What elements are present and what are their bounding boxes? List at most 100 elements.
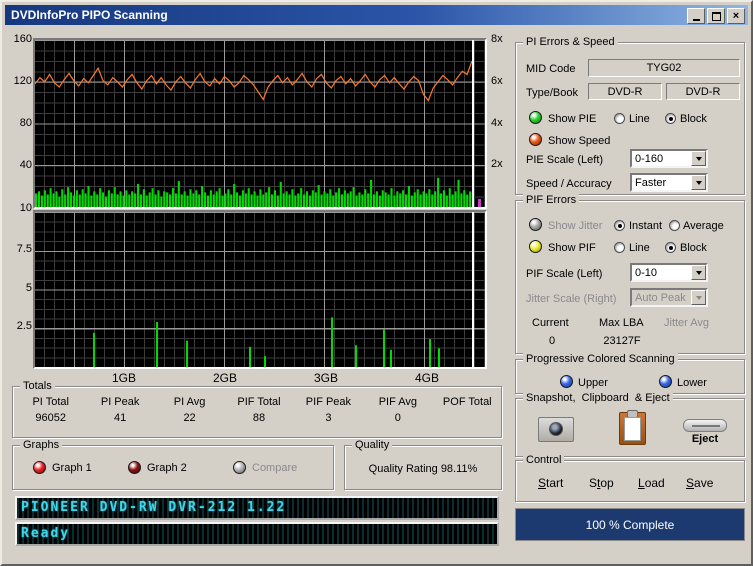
lower-led-button[interactable]: [659, 375, 672, 388]
pif-group-title: PIF Errors: [523, 194, 580, 206]
jitter-instant-radio[interactable]: [614, 220, 625, 231]
pi-group-title: PI Errors & Speed: [523, 36, 618, 48]
y-tick-speed: 6x: [491, 75, 503, 87]
lower-label: Lower: [677, 377, 707, 389]
graph1-led-button[interactable]: [33, 461, 46, 474]
show-jitter-label: Show Jitter: [548, 220, 603, 232]
y-tick: 7.5: [16, 243, 32, 255]
y-tick: 2.5: [16, 320, 32, 332]
pif-block-label: Block: [680, 242, 707, 254]
totals-header: PIF Avg: [378, 396, 418, 408]
x-tick: 3GB: [313, 371, 338, 385]
pie-scale-dropdown[interactable]: 0-160: [630, 149, 708, 168]
stop-button[interactable]: Stop: [589, 476, 614, 490]
totals-header: PI Peak: [100, 396, 140, 408]
quality-rating: Quality Rating 98.11%: [368, 463, 478, 475]
close-icon: ×: [732, 10, 740, 22]
totals-value: 22: [183, 412, 196, 424]
mid-code-label: MID Code: [526, 63, 576, 75]
titlebar: DVDInfoPro PIPO Scanning ×: [5, 5, 748, 25]
pie-line-radio[interactable]: [614, 113, 625, 124]
pif-block-radio[interactable]: [665, 242, 676, 253]
camera-lens-icon: [549, 422, 563, 436]
pif-scale-label: PIF Scale (Left): [526, 268, 603, 280]
clipboard-icon[interactable]: [619, 410, 646, 445]
show-pie-led-button[interactable]: [529, 111, 542, 124]
upper-led-button[interactable]: [560, 375, 573, 388]
progressive-scanning-group: Progressive Colored Scanning: [515, 353, 745, 394]
type-book-label: Type/Book: [526, 87, 578, 99]
speed-accuracy-dropdown[interactable]: Faster: [630, 173, 708, 192]
show-pie-label: Show PIE: [548, 113, 597, 125]
mid-code-field: TYG02: [588, 59, 740, 77]
totals-header: PIF Total: [237, 396, 281, 408]
y-tick-speed: 4x: [491, 117, 503, 129]
show-pif-label: Show PIF: [548, 242, 596, 254]
graph1-label: Graph 1: [52, 462, 92, 474]
y-tick-speed: 8x: [491, 33, 503, 45]
progressive-title: Progressive Colored Scanning: [523, 353, 678, 365]
pif-line-label: Line: [629, 242, 650, 254]
speed-accuracy-label: Speed / Accuracy: [526, 178, 612, 190]
totals-value: [433, 412, 502, 424]
compare-label: Compare: [252, 462, 298, 474]
y-tick: 10: [19, 202, 32, 214]
drive-info-lcd: PIONEER DVD-RW DVR-212 1.22: [15, 496, 499, 520]
graphs-title: Graphs: [20, 439, 63, 451]
progress-bar: 100 % Complete: [515, 508, 745, 541]
progress-text: 100 % Complete: [585, 517, 675, 532]
pie-scale-label: PIE Scale (Left): [526, 154, 604, 166]
totals-value: 3: [325, 412, 332, 424]
chevron-down-icon[interactable]: [691, 175, 706, 190]
totals-header: PI Total: [32, 396, 69, 408]
maximize-button[interactable]: [707, 8, 725, 24]
totals-value: 41: [114, 412, 127, 424]
save-button[interactable]: Save: [686, 476, 713, 490]
pif-scale-dropdown[interactable]: 0-10: [630, 263, 708, 282]
x-tick: 1GB: [111, 371, 136, 385]
eject-drive-icon[interactable]: [683, 419, 727, 432]
compare-led-button[interactable]: [233, 461, 246, 474]
start-button[interactable]: Start: [538, 476, 563, 490]
y-tick-speed: 2x: [491, 158, 503, 170]
quality-title: Quality: [352, 439, 393, 451]
drive-slot-icon: [692, 425, 720, 427]
x-tick: 4GB: [414, 371, 439, 385]
snapshot-camera-icon[interactable]: [538, 417, 574, 442]
x-tick: 2GB: [212, 371, 237, 385]
totals-value: 88: [252, 412, 266, 424]
show-pif-led-button[interactable]: [529, 240, 542, 253]
y-tick: 5: [25, 282, 32, 294]
current-value: 0: [548, 335, 556, 347]
totals-header: PI Avg: [173, 396, 206, 408]
minimize-icon: [692, 18, 700, 21]
show-jitter-led-button[interactable]: [529, 218, 542, 231]
control-title: Control: [523, 454, 565, 466]
jitter-instant-label: Instant: [629, 220, 663, 232]
chevron-down-icon[interactable]: [691, 265, 706, 280]
load-button[interactable]: Load: [638, 476, 665, 490]
jitter-average-radio[interactable]: [669, 220, 680, 231]
book-field: DVD-R: [666, 83, 740, 100]
y-tick: 40: [19, 159, 32, 171]
clipboard-paper-icon: [624, 417, 641, 441]
upper-label: Upper: [578, 377, 608, 389]
totals-header: PIF Peak: [305, 396, 352, 408]
chevron-down-icon[interactable]: [691, 151, 706, 166]
pif-errors-chart: [33, 210, 487, 369]
pif-line-radio[interactable]: [614, 242, 625, 253]
totals-value: 96052: [35, 412, 66, 424]
pie-block-radio[interactable]: [665, 113, 676, 124]
minimize-button[interactable]: [687, 8, 705, 24]
snapshot-title: Snapshot, Clipboard & Eject: [523, 392, 673, 404]
jitter-average-label: Average: [683, 220, 724, 232]
chevron-down-icon: [691, 290, 706, 305]
show-speed-led-button[interactable]: [529, 133, 542, 146]
show-speed-label: Show Speed: [548, 135, 611, 147]
graph2-led-button[interactable]: [128, 461, 141, 474]
max-lba-label: Max LBA: [599, 317, 644, 329]
y-tick: 80: [19, 117, 32, 129]
eject-label: Eject: [691, 433, 719, 445]
close-button[interactable]: ×: [727, 8, 745, 24]
quality-group: Quality Quality Rating 98.11%: [344, 439, 502, 490]
